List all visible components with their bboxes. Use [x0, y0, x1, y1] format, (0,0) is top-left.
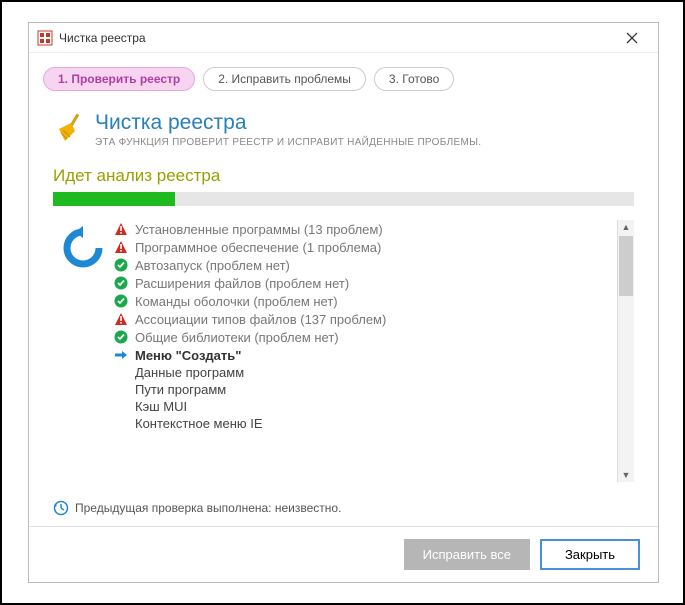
close-icon[interactable]	[614, 25, 650, 51]
scroll-up-icon[interactable]: ▲	[622, 220, 631, 234]
list-item: Меню "Создать"	[113, 346, 611, 364]
status-text: Идет анализ реестра	[29, 156, 658, 192]
warning-icon	[113, 239, 129, 255]
fix-all-button[interactable]: Исправить все	[404, 539, 530, 570]
page-title: Чистка реестра	[95, 111, 481, 135]
check-icon	[113, 329, 129, 345]
step-2[interactable]: 2. Исправить проблемы	[203, 67, 366, 91]
results-list: Установленные программы (13 проблем) Про…	[113, 220, 618, 482]
list-item: Пути программ	[113, 381, 611, 398]
list-item: Общие библиотеки (проблем нет)	[113, 328, 611, 346]
page-subtitle: ЭТА ФУНКЦИЯ ПРОВЕРИТ РЕЕСТР И ИСПРАВИТ Н…	[95, 137, 481, 148]
list-item: Программное обеспечение (1 проблема)	[113, 238, 611, 256]
list-item: Установленные программы (13 проблем)	[113, 220, 611, 238]
broom-icon	[53, 111, 85, 143]
list-item: Автозапуск (проблем нет)	[113, 256, 611, 274]
list-item: Контекстное меню IE	[113, 415, 611, 432]
scrollbar[interactable]: ▲ ▼	[618, 220, 634, 482]
arrow-right-icon	[113, 347, 129, 363]
window-title: Чистка реестра	[59, 31, 614, 45]
warning-icon	[113, 311, 129, 327]
list-item: Кэш MUI	[113, 398, 611, 415]
scrollbar-thumb[interactable]	[619, 236, 633, 296]
check-icon	[113, 293, 129, 309]
clock-icon	[53, 500, 69, 516]
close-button[interactable]: Закрыть	[540, 539, 640, 570]
warning-icon	[113, 221, 129, 237]
scanning-icon	[53, 220, 113, 482]
footer: Исправить все Закрыть	[29, 526, 658, 582]
app-icon	[37, 30, 53, 46]
list-item: Расширения файлов (проблем нет)	[113, 274, 611, 292]
list-item: Ассоциации типов файлов (137 проблем)	[113, 310, 611, 328]
previous-check-text: Предыдущая проверка выполнена: неизвестн…	[75, 501, 341, 515]
title-bar: Чистка реестра	[29, 23, 658, 53]
step-1[interactable]: 1. Проверить реестр	[43, 67, 195, 91]
dialog-window: Чистка реестра 1. Проверить реестр 2. Ис…	[28, 22, 659, 583]
previous-check: Предыдущая проверка выполнена: неизвестн…	[29, 490, 658, 526]
header: Чистка реестра ЭТА ФУНКЦИЯ ПРОВЕРИТ РЕЕС…	[29, 97, 658, 156]
check-icon	[113, 275, 129, 291]
stepper: 1. Проверить реестр 2. Исправить проблем…	[29, 53, 658, 97]
progress-bar	[53, 192, 634, 206]
check-icon	[113, 257, 129, 273]
scroll-down-icon[interactable]: ▼	[622, 468, 631, 482]
progress-fill	[53, 192, 175, 206]
step-3[interactable]: 3. Готово	[374, 67, 454, 91]
list-item: Команды оболочки (проблем нет)	[113, 292, 611, 310]
list-item: Данные программ	[113, 364, 611, 381]
